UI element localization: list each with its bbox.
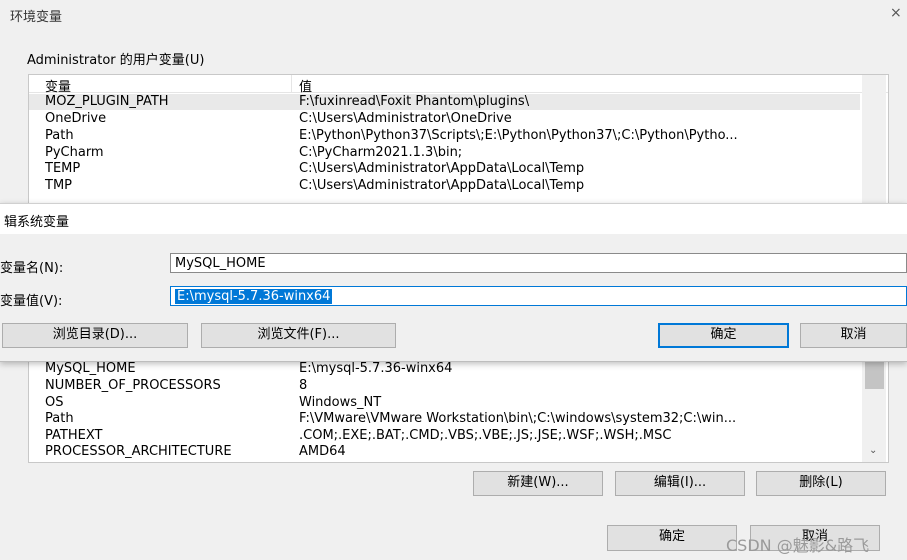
table-row[interactable]: MOZ_PLUGIN_PATH F:\fuxinread\Foxit Phant… bbox=[29, 94, 860, 110]
footer-ok-button[interactable]: 确定 bbox=[607, 525, 737, 551]
var-name: Path bbox=[45, 128, 74, 143]
var-value: F:\VMware\VMware Workstation\bin\;C:\win… bbox=[299, 411, 737, 426]
header-name[interactable]: 变量 bbox=[45, 76, 71, 95]
edit-system-variable-dialog: 辑系统变量 变量名(N): MySQL_HOME 变量值(V): E:\mysq… bbox=[0, 203, 907, 362]
table-row[interactable]: Path E:\Python\Python37\Scripts\;E:\Pyth… bbox=[29, 128, 860, 144]
scrollbar-thumb[interactable] bbox=[865, 359, 884, 389]
var-value: C:\Users\Administrator\AppData\Local\Tem… bbox=[299, 161, 585, 176]
browse-directory-button[interactable]: 浏览目录(D)... bbox=[2, 323, 188, 348]
var-value: AMD64 bbox=[299, 444, 346, 459]
chevron-down-icon[interactable]: ⌄ bbox=[869, 445, 877, 456]
var-value: C:\PyCharm2021.1.3\bin; bbox=[299, 145, 463, 160]
var-value: 8 bbox=[299, 378, 308, 393]
var-value: .COM;.EXE;.BAT;.CMD;.VBS;.VBE;.JS;.JSE;.… bbox=[299, 428, 672, 443]
var-value: E:\Python\Python37\Scripts\;E:\Python\Py… bbox=[299, 128, 738, 143]
table-row[interactable]: PyCharm C:\PyCharm2021.1.3\bin; bbox=[29, 145, 860, 161]
header-divider[interactable] bbox=[291, 75, 292, 92]
var-name: NUMBER_OF_PROCESSORS bbox=[45, 378, 221, 393]
user-vars-group-label: Administrator 的用户变量(U) bbox=[27, 53, 205, 68]
window-title: 环境变量 bbox=[10, 10, 63, 25]
var-value-label: 变量值(V): bbox=[0, 294, 63, 309]
var-name: Path bbox=[45, 411, 74, 426]
var-name: OneDrive bbox=[45, 111, 107, 126]
delete-button[interactable]: 删除(L) bbox=[756, 471, 886, 496]
browse-file-button[interactable]: 浏览文件(F)... bbox=[201, 323, 396, 348]
edit-button[interactable]: 编辑(I)... bbox=[615, 471, 745, 496]
user-vars-list[interactable]: 变量 值 MOZ_PLUGIN_PATH F:\fuxinread\Foxit … bbox=[28, 74, 889, 206]
var-name: PyCharm bbox=[45, 145, 104, 160]
var-value: Windows_NT bbox=[299, 395, 382, 410]
table-row[interactable]: NUMBER_OF_PROCESSORS 8 bbox=[29, 378, 860, 394]
user-vars-scrollbar[interactable] bbox=[862, 75, 886, 205]
var-name: MySQL_HOME bbox=[45, 361, 136, 376]
table-row[interactable]: TMP C:\Users\Administrator\AppData\Local… bbox=[29, 178, 860, 194]
dialog-titlebar[interactable]: 辑系统变量 bbox=[0, 204, 907, 234]
var-name: OS bbox=[45, 395, 64, 410]
var-name-label: 变量名(N): bbox=[0, 261, 64, 276]
table-row[interactable]: OS Windows_NT bbox=[29, 395, 860, 411]
table-row[interactable]: OneDrive C:\Users\Administrator\OneDrive bbox=[29, 111, 860, 127]
var-value: C:\Users\Administrator\OneDrive bbox=[299, 111, 512, 126]
var-name: TEMP bbox=[45, 161, 81, 176]
var-name: PROCESSOR_ARCHITECTURE bbox=[45, 444, 232, 459]
table-row[interactable]: Path F:\VMware\VMware Workstation\bin\;C… bbox=[29, 411, 860, 427]
var-value: E:\mysql-5.7.36-winx64 bbox=[299, 361, 453, 376]
header-value[interactable]: 值 bbox=[299, 76, 312, 95]
table-row[interactable]: MySQL_HOME E:\mysql-5.7.36-winx64 bbox=[29, 361, 860, 377]
list-header: 变量 值 bbox=[29, 75, 888, 95]
dialog-cancel-button[interactable]: 取消 bbox=[800, 323, 907, 348]
var-value: C:\Users\Administrator\AppData\Local\Tem… bbox=[299, 178, 585, 193]
table-row[interactable]: PROCESSOR_ARCHITECTURE AMD64 bbox=[29, 444, 860, 460]
watermark: CSDN @魅影&路飞 bbox=[726, 536, 870, 555]
new-button[interactable]: 新建(W)... bbox=[473, 471, 603, 496]
var-value: F:\fuxinread\Foxit Phantom\plugins\ bbox=[299, 94, 530, 109]
var-name: MOZ_PLUGIN_PATH bbox=[45, 94, 169, 109]
var-name-field[interactable]: MySQL_HOME bbox=[170, 253, 907, 273]
dialog-ok-button[interactable]: 确定 bbox=[658, 323, 789, 348]
var-name: PATHEXT bbox=[45, 428, 103, 443]
table-row[interactable]: PATHEXT .COM;.EXE;.BAT;.CMD;.VBS;.VBE;.J… bbox=[29, 428, 860, 444]
close-icon[interactable]: × bbox=[890, 5, 902, 21]
dialog-title: 辑系统变量 bbox=[4, 215, 70, 230]
var-name: TMP bbox=[45, 178, 72, 193]
var-value-field[interactable]: E:\mysql-5.7.36-winx64 bbox=[170, 286, 907, 306]
table-row[interactable]: TEMP C:\Users\Administrator\AppData\Loca… bbox=[29, 161, 860, 177]
var-value-selected-text: E:\mysql-5.7.36-winx64 bbox=[175, 289, 333, 304]
